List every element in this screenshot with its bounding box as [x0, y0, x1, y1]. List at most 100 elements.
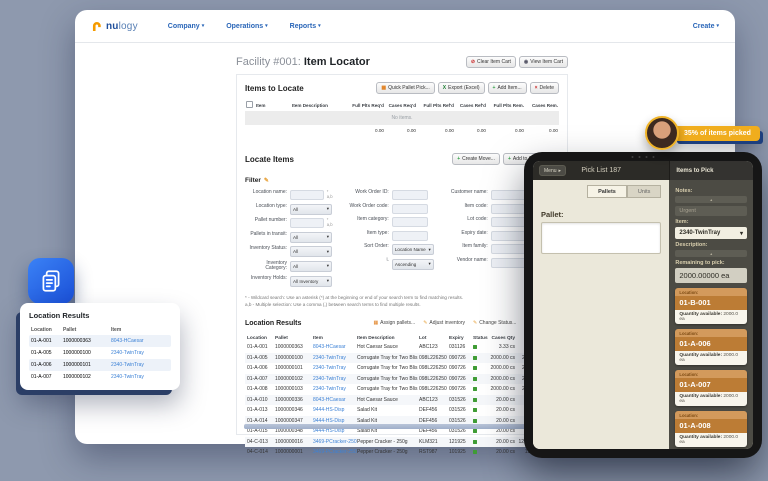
card-location-label: Location: [675, 288, 747, 296]
filter-input-work-order-code[interactable] [392, 204, 428, 214]
filter-input-item-category[interactable] [392, 217, 428, 227]
edit-filter-icon[interactable]: ✎ [264, 177, 269, 184]
card-qty: Quantity available: 2000.0 ea [675, 310, 747, 324]
nav-menu-operations[interactable]: Operations▾ [226, 23, 267, 30]
items-to-locate-totals: 0.000.000.000.000.000.00 [245, 128, 559, 135]
item-link[interactable]: 9444-HS-Disp [313, 428, 357, 434]
filter-input-lot-code[interactable] [491, 217, 527, 227]
tab-units[interactable]: Units [627, 185, 662, 198]
filter-select-inventory-holds[interactable]: All Inventory▾ [290, 276, 332, 287]
view-item-cart-button[interactable]: ◉View Item Cart [519, 56, 568, 68]
tab-pallets[interactable]: Pallets [587, 185, 627, 198]
item-link[interactable]: 3469-PCracker-250 [313, 449, 357, 455]
select-value: Location Name [395, 247, 426, 252]
button-add-item[interactable]: +Add Item... [488, 82, 527, 94]
select-value: All [293, 249, 298, 254]
filter-input-item-type[interactable] [392, 231, 428, 241]
cell-cases-qty: 20.00 cs [487, 449, 515, 455]
item-dropdown[interactable]: 2340-TwinTray▾ [675, 227, 747, 239]
location-card-01-a-007[interactable]: Location:01-A-007Quantity available: 200… [675, 370, 747, 406]
filter-input-vendor-name[interactable] [491, 258, 527, 268]
nav-create-menu[interactable]: Create▾ [693, 23, 719, 30]
card-qty: Quantity available: 2000.0 ea [675, 392, 747, 406]
item-link[interactable]: 2340-TwinTray [313, 365, 357, 371]
item-link[interactable]: 2340-TwinTray [111, 374, 169, 380]
item-link[interactable]: 9444-HS-Disp [313, 407, 357, 413]
nav-menu-label: Operations [226, 23, 263, 30]
toolbar-assign-pallets[interactable]: ▦Assign pallets... [373, 320, 415, 326]
filter-title: Filter [245, 177, 261, 184]
menu-arrow-icon: ▸ [559, 168, 562, 174]
filter-input-work-order-id[interactable] [392, 190, 428, 200]
item-link[interactable]: 2340-TwinTray [111, 362, 169, 368]
card-location-name: 01-B-001 [675, 296, 747, 310]
column-header: Item [256, 103, 292, 108]
cell-expiry: 031526 [449, 407, 473, 413]
cell-expiry: 090726 [449, 365, 473, 371]
avatar [645, 116, 679, 150]
column-header: Pallet [63, 327, 111, 333]
column-header: Cases Qty [487, 336, 515, 341]
filter-select-inventory-status[interactable]: All▾ [290, 246, 332, 257]
cell-status [473, 408, 487, 412]
location-card-01-a-006[interactable]: Location:01-A-006Quantity available: 200… [675, 329, 747, 365]
toolbar-adjust-inventory[interactable]: ✎Adjust inventory [423, 320, 465, 326]
cell-lot: 098L226250 [419, 386, 449, 392]
filter-select-sort-order[interactable]: Location Name▾ [392, 244, 434, 255]
filter-field-item-family: Item family: [446, 244, 536, 254]
button-export-excel[interactable]: XExport (Excel) [438, 82, 485, 94]
horizontal-scrollbar[interactable] [244, 424, 552, 429]
nav-menu-reports[interactable]: Reports▾ [290, 23, 321, 30]
item-link[interactable]: 2340-TwinTray [313, 386, 357, 392]
toolbar-change-status[interactable]: ✎Change Status... [473, 320, 516, 326]
filter-input-location-name[interactable] [290, 190, 324, 200]
pallet-input[interactable] [541, 222, 661, 254]
select-all-checkbox[interactable] [246, 101, 253, 108]
status-indicator [473, 398, 477, 402]
clear-item-cart-button[interactable]: ⊘Clear Item Cart [466, 56, 516, 68]
filter-input-pallet-number[interactable] [290, 218, 324, 228]
column-header: Cases Req'd [384, 103, 416, 108]
item-link[interactable]: 2340-TwinTray [313, 376, 357, 382]
filter-input-item-family[interactable] [491, 244, 527, 254]
filter-select-[interactable]: Ascending▾ [392, 259, 434, 270]
item-link[interactable]: 3469-PCracker-250 [313, 439, 357, 445]
button-create-move[interactable]: +Create Move... [452, 153, 500, 165]
item-link[interactable]: 8043-HCaesar [313, 397, 357, 403]
column-header: Full Plts Req'd [346, 103, 384, 108]
location-card-list: Location:01-B-001Quantity available: 200… [675, 288, 747, 449]
item-link[interactable]: 8043-HCaesar [313, 344, 357, 350]
item-link[interactable]: 2340-TwinTray [111, 350, 169, 356]
location-card-01-a-008[interactable]: Location:01-A-008Quantity available: 200… [675, 411, 747, 447]
wildcard-markers: * a,b [327, 190, 335, 199]
filter-select-pallets-in-transit[interactable]: All▾ [290, 232, 332, 243]
chevron-down-icon: ▾ [327, 234, 329, 240]
locate-items-title: Locate Items [245, 155, 294, 164]
status-indicator [473, 429, 477, 433]
mini-card-title: Location Results [29, 311, 171, 320]
description-collapse-toggle[interactable]: ▴ [675, 250, 747, 257]
button-quick-pallet-pick[interactable]: ▦Quick Pallet Pick... [376, 82, 434, 94]
filter-label: Item category: [347, 217, 389, 223]
filter-label: Pallets in transit: [245, 232, 287, 238]
filter-input-item-code[interactable] [491, 204, 525, 214]
menu-button[interactable]: Menu▸ [539, 165, 566, 176]
button-delete[interactable]: ×Delete [530, 82, 559, 94]
cell-lot: 098L226250 [419, 376, 449, 382]
card-qty: Quantity available: 2000.0 ea [675, 433, 747, 447]
cell-pallet: 1000000101 [63, 362, 111, 368]
card-qty-label: Quantity available: [679, 435, 722, 440]
filter-input-expiry-date[interactable] [491, 231, 527, 241]
item-link[interactable]: 8043-HCaesar [111, 338, 169, 344]
notes-collapse-toggle[interactable]: ▴ [675, 196, 747, 203]
table-row: 01-A-00710000001022340-TwinTrayCorrugate… [245, 374, 545, 385]
top-navbar: nulogy Company▾Operations▾Reports▾ Creat… [75, 10, 735, 43]
location-card-01-b-001[interactable]: Location:01-B-001Quantity available: 200… [675, 288, 747, 324]
filter-input-customer-name[interactable] [491, 190, 527, 200]
filter-field-vendor-name: Vendor name: [446, 258, 536, 268]
nav-menu-company[interactable]: Company▾ [168, 23, 204, 30]
item-link[interactable]: 2340-TwinTray [313, 355, 357, 361]
filter-select-inventory-category[interactable]: All▾ [290, 261, 332, 272]
filter-select-location-type[interactable]: All▾ [290, 204, 332, 215]
cell-lot: KLM321 [419, 439, 449, 445]
